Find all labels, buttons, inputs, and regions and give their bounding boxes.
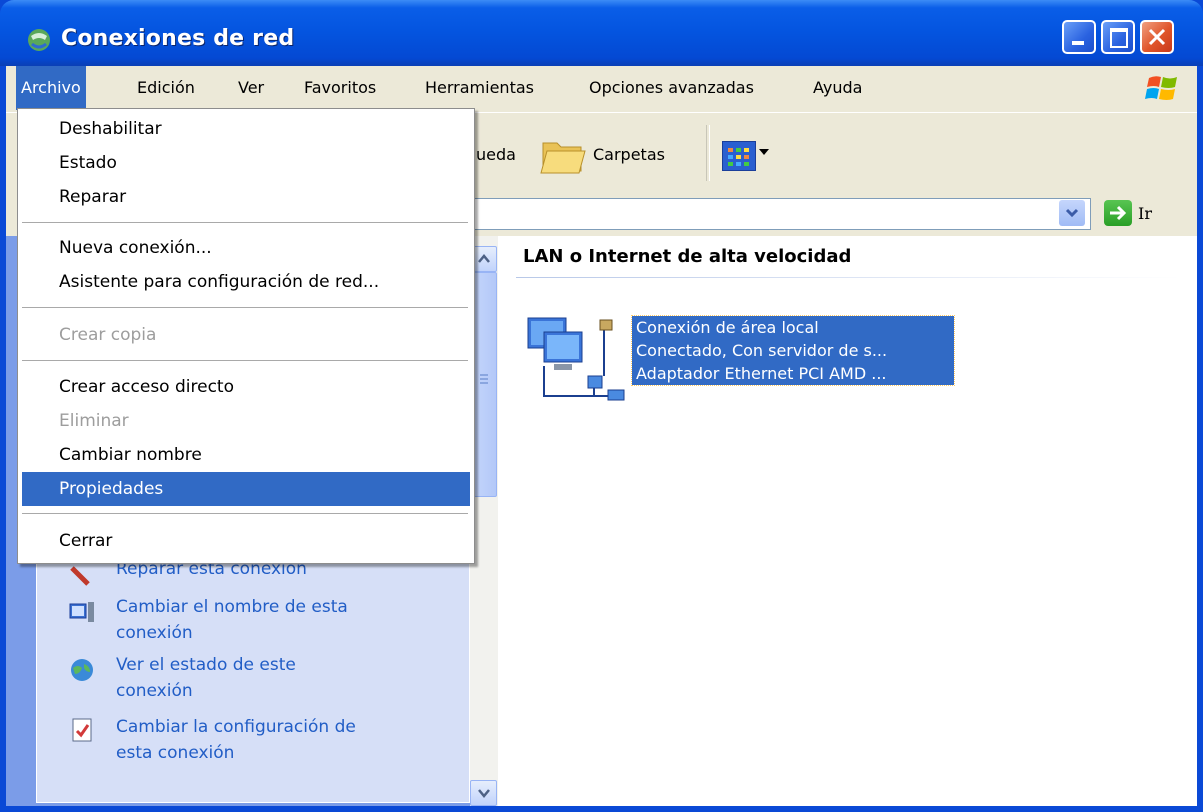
- views-icon: [728, 148, 749, 166]
- rename-icon: [69, 602, 94, 622]
- menu-edicion[interactable]: Edición: [132, 66, 200, 110]
- task-link-settings-line2: esta conexión: [116, 743, 235, 763]
- connection-status: Conectado, Con servidor de s...: [636, 341, 888, 360]
- search-button-label[interactable]: ueda: [476, 145, 516, 164]
- window-title: Conexiones de red: [61, 26, 295, 51]
- menu-separator: [22, 307, 468, 308]
- views-button[interactable]: [722, 141, 756, 171]
- network-connections-icon: [28, 29, 50, 51]
- menu-item-eliminar: Eliminar: [59, 411, 129, 431]
- toolbar-separator: [706, 125, 710, 181]
- task-link-rename[interactable]: Cambiar el nombre de esta conexión: [116, 594, 416, 646]
- menu-item-crear-copia: Crear copia: [59, 325, 157, 345]
- grip-icon: [480, 374, 488, 384]
- window-frame: Conexiones de red Archivo Edición Ver Fa…: [0, 0, 1203, 812]
- address-dropdown-button[interactable]: [1059, 200, 1085, 226]
- connection-name: Conexión de área local: [636, 318, 819, 337]
- lan-connection-icon[interactable]: [524, 306, 628, 406]
- menu-favoritos[interactable]: Favoritos: [299, 66, 381, 110]
- chevron-down-icon: [1065, 208, 1079, 218]
- menu-separator: [22, 513, 468, 514]
- go-label[interactable]: Ir: [1138, 204, 1152, 223]
- folders-button-label[interactable]: Carpetas: [593, 145, 665, 164]
- menu-opciones-avanzadas[interactable]: Opciones avanzadas: [584, 66, 759, 110]
- chevron-down-icon: [478, 789, 490, 798]
- task-link-status-line1: Ver el estado de este: [116, 655, 296, 675]
- minimize-icon: [1072, 41, 1084, 45]
- windows-logo-icon: [1143, 72, 1183, 104]
- menu-separator: [22, 360, 468, 361]
- menu-item-cambiar-nombre[interactable]: Cambiar nombre: [22, 438, 470, 472]
- views-dropdown-arrow-icon[interactable]: [759, 149, 769, 155]
- file-menu: Deshabilitar Estado Reparar Nueva conexi…: [17, 108, 475, 564]
- settings-document-icon: [72, 718, 92, 742]
- title-bar[interactable]: Conexiones de red: [0, 0, 1203, 66]
- connection-item[interactable]: Conexión de área local Conectado, Con se…: [631, 315, 955, 386]
- task-link-rename-line2: conexión: [116, 623, 193, 643]
- group-divider: [516, 277, 1181, 278]
- task-link-status[interactable]: Ver el estado de este conexión: [116, 652, 416, 704]
- menu-archivo[interactable]: Archivo: [16, 66, 86, 110]
- menu-bar: Archivo Edición Ver Favoritos Herramient…: [6, 66, 1197, 113]
- task-link-settings-line1: Cambiar la configuración de: [116, 717, 356, 737]
- task-link-status-line2: conexión: [116, 681, 193, 701]
- connection-device: Adaptador Ethernet PCI AMD ...: [636, 364, 887, 383]
- scroll-down-button[interactable]: [470, 780, 497, 806]
- task-link-settings[interactable]: Cambiar la configuración de esta conexió…: [116, 714, 416, 766]
- minimize-button[interactable]: [1062, 20, 1096, 54]
- close-icon: [1148, 28, 1166, 46]
- menu-ayuda[interactable]: Ayuda: [808, 66, 867, 110]
- menu-item-nueva-conexion[interactable]: Nueva conexión...: [22, 231, 470, 265]
- menu-herramientas[interactable]: Herramientas: [420, 66, 539, 110]
- go-button[interactable]: [1104, 200, 1132, 226]
- maximize-icon: [1110, 28, 1128, 48]
- close-button[interactable]: [1140, 20, 1174, 54]
- group-header: LAN o Internet de alta velocidad: [523, 246, 852, 267]
- menu-item-reparar[interactable]: Reparar: [22, 180, 470, 214]
- menu-separator: [22, 222, 468, 223]
- menu-ver[interactable]: Ver: [233, 66, 269, 110]
- status-globe-icon: [71, 659, 93, 681]
- folders-icon: [540, 142, 586, 174]
- address-input[interactable]: [461, 198, 1091, 230]
- menu-item-asistente[interactable]: Asistente para configuración de red...: [22, 265, 470, 299]
- menu-item-propiedades[interactable]: Propiedades: [22, 472, 470, 506]
- menu-item-cerrar[interactable]: Cerrar: [22, 524, 470, 558]
- menu-item-crear-acceso-directo[interactable]: Crear acceso directo: [22, 370, 470, 404]
- maximize-button[interactable]: [1101, 20, 1135, 54]
- repair-icon: [70, 566, 90, 586]
- task-link-rename-line1: Cambiar el nombre de esta: [116, 597, 348, 617]
- menu-item-estado[interactable]: Estado: [22, 146, 470, 180]
- go-arrow-icon: [1110, 205, 1127, 221]
- menu-item-deshabilitar[interactable]: Deshabilitar: [22, 112, 470, 146]
